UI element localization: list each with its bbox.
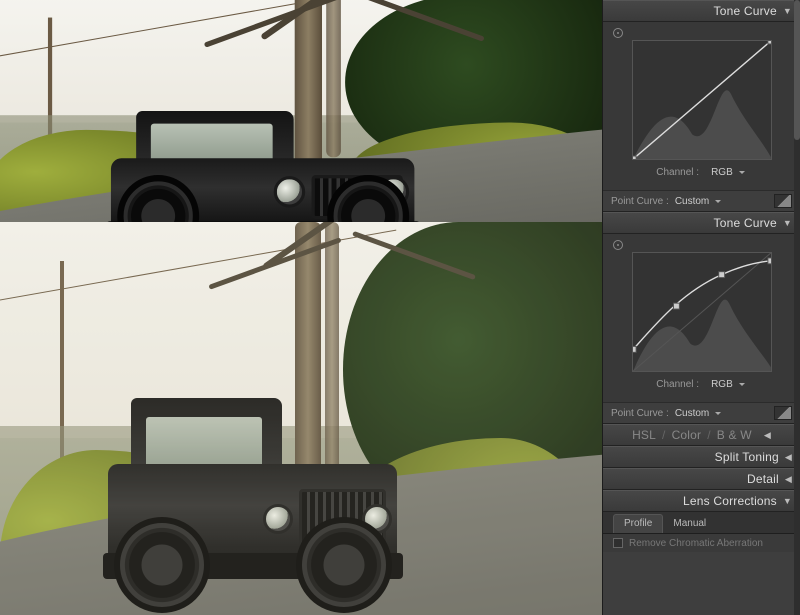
hsl-panel-header[interactable]: HSL / Color / B & W ◀ [603,424,800,446]
point-curve-dropdown-2[interactable]: Custom [675,408,721,419]
lens-tab-manual[interactable]: Manual [663,515,716,533]
detail-title: Detail [747,472,779,486]
split-toning-title: Split Toning [715,450,779,464]
color-tab[interactable]: Color [672,428,702,442]
point-curve-row-2: Point Curve : Custom [603,402,800,424]
panel-scrollbar-thumb[interactable] [794,0,800,140]
hsl-tab[interactable]: HSL [632,428,656,442]
tone-curve-graph-2[interactable] [632,252,772,372]
tone-curve-graph-1[interactable] [632,40,772,160]
preview-after[interactable] [0,222,602,615]
bw-tab[interactable]: B & W [717,428,752,442]
tone-curve-panel-1: Channel : RGB [603,22,800,190]
tone-curve-title: Tone Curve [714,4,777,18]
point-curve-row-1: Point Curve : Custom [603,190,800,212]
point-curve-label: Point Curve : [611,196,669,207]
targeted-adjustment-icon[interactable] [613,240,623,250]
curve-mode-toggle-icon[interactable] [774,194,792,208]
chromatic-aberration-checkbox[interactable] [613,538,623,548]
tone-curve-panel-2: Channel : RGB [603,234,800,402]
targeted-adjustment-icon[interactable] [613,28,623,38]
point-curve-dropdown[interactable]: Custom [675,196,721,207]
expand-icon: ◀ [785,452,792,463]
collapse-icon: ▼ [783,6,792,16]
tone-curve-header[interactable]: Tone Curve ▼ [603,0,800,22]
lens-tab-profile[interactable]: Profile [613,514,663,533]
preview-area [0,0,602,615]
point-curve-label-2: Point Curve : [611,408,669,419]
curve-mode-toggle-icon[interactable] [774,406,792,420]
collapse-icon: ▼ [783,218,792,228]
collapse-icon: ▼ [783,496,792,506]
channel-label: Channel : [656,167,699,178]
detail-header[interactable]: Detail ◀ [603,468,800,490]
chromatic-aberration-label: Remove Chromatic Aberration [629,538,763,549]
channel-dropdown-2[interactable]: RGB [707,378,747,391]
lens-corrections-header[interactable]: Lens Corrections ▼ [603,490,800,512]
channel-dropdown[interactable]: RGB [707,166,747,179]
tone-curve-header-2[interactable]: Tone Curve ▼ [603,212,800,234]
preview-before[interactable] [0,0,602,222]
develop-panel: Tone Curve ▼ Channel : RGB Point Curve :… [602,0,800,615]
split-toning-header[interactable]: Split Toning ◀ [603,446,800,468]
tone-curve-title-2: Tone Curve [714,216,777,230]
panel-scrollbar-track[interactable] [794,0,800,615]
lens-corrections-title: Lens Corrections [683,494,777,508]
expand-icon: ◀ [785,474,792,485]
expand-icon: ◀ [764,430,771,441]
channel-label-2: Channel : [656,379,699,390]
lens-tabs: Profile Manual [603,512,800,534]
chromatic-aberration-row: Remove Chromatic Aberration [603,534,800,552]
